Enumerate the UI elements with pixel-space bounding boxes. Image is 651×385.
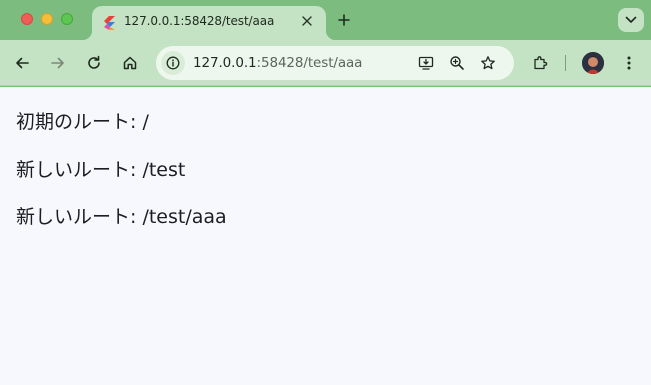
url-path: :58428/test/aaa <box>256 55 363 71</box>
window-maximize-button[interactable] <box>61 13 73 25</box>
page-content: 初期のルート: / 新しいルート: /test 新しいルート: /test/aa… <box>0 87 651 385</box>
chevron-down-icon <box>625 16 637 23</box>
plus-icon <box>338 14 350 26</box>
profile-avatar[interactable] <box>582 52 604 74</box>
arrow-left-icon <box>16 57 29 69</box>
window-minimize-button[interactable] <box>41 13 53 25</box>
close-icon[interactable] <box>298 12 316 30</box>
zoom-icon[interactable] <box>445 51 469 75</box>
puzzle-icon <box>534 56 548 70</box>
reload-button[interactable] <box>80 49 108 77</box>
browser-menu-button[interactable] <box>615 49 643 77</box>
window-close-button[interactable] <box>21 13 33 25</box>
new-route-text: 新しいルート: /test <box>16 159 186 181</box>
initial-route-text: 初期のルート: / <box>16 111 149 133</box>
forward-button[interactable] <box>44 49 72 77</box>
reload-icon <box>88 55 100 69</box>
extensions-button[interactable] <box>526 49 554 77</box>
browser-tab[interactable]: 127.0.0.1:58428/test/aaa <box>82 6 336 40</box>
new-route-text: 新しいルート: /test/aaa <box>16 206 227 228</box>
title-bar: 127.0.0.1:58428/test/aaa <box>0 0 651 40</box>
tab-title: 127.0.0.1:58428/test/aaa <box>124 14 275 28</box>
arrow-right-icon <box>51 57 64 69</box>
bookmark-star-icon[interactable] <box>476 51 500 75</box>
address-bar[interactable]: 127.0.0.1:58428/test/aaa <box>156 46 514 80</box>
flutter-icon <box>102 15 116 31</box>
home-button[interactable] <box>116 49 144 77</box>
new-tab-button[interactable] <box>334 10 354 30</box>
more-vertical-icon <box>627 56 631 70</box>
browser-toolbar: 127.0.0.1:58428/test/aaa <box>0 40 651 86</box>
info-icon <box>166 56 180 70</box>
url-text[interactable]: 127.0.0.1:58428/test/aaa <box>193 55 362 71</box>
url-host: 127.0.0.1 <box>193 55 257 71</box>
toolbar-divider <box>565 55 566 71</box>
install-app-icon[interactable] <box>414 51 438 75</box>
site-info-button[interactable] <box>161 51 185 75</box>
home-icon <box>123 56 137 70</box>
tab-search-button[interactable] <box>618 8 644 32</box>
back-button[interactable] <box>8 49 36 77</box>
